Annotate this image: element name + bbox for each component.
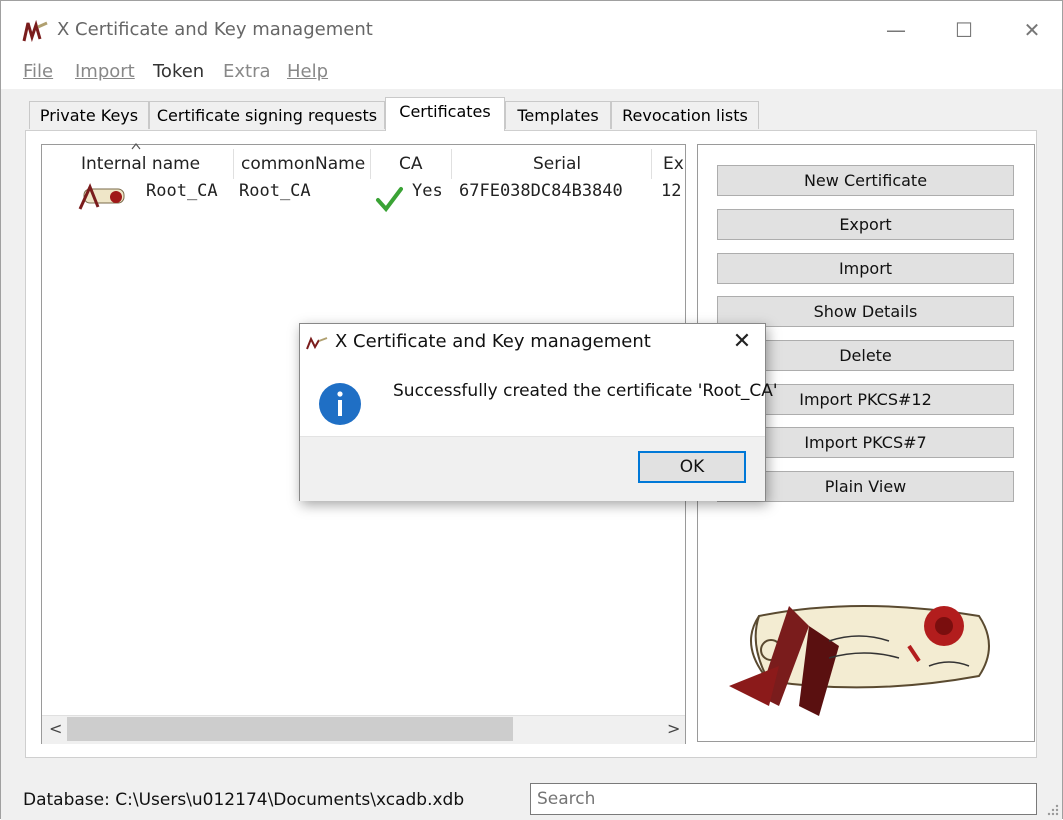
cell-internal-name[interactable]: Root_CA bbox=[146, 181, 218, 201]
export-button[interactable]: Export bbox=[717, 209, 1014, 240]
column-header-expiry[interactable]: Ex bbox=[663, 149, 685, 179]
certificate-icon bbox=[78, 183, 125, 210]
app-logo-icon bbox=[22, 19, 48, 43]
tab-certificates[interactable]: Certificates bbox=[385, 97, 505, 131]
info-icon bbox=[319, 383, 361, 425]
menu-token[interactable]: Token bbox=[153, 61, 204, 82]
dialog-message: Successfully created the certificate 'Ro… bbox=[393, 381, 778, 401]
column-separator[interactable] bbox=[451, 149, 452, 179]
column-header-common-name[interactable]: commonName bbox=[241, 149, 365, 179]
column-header-internal-name[interactable]: Internal name bbox=[81, 149, 200, 179]
ok-button[interactable]: OK bbox=[638, 451, 746, 483]
dialog-title: X Certificate and Key management bbox=[335, 331, 651, 352]
cell-expiry[interactable]: 12 bbox=[661, 181, 685, 201]
import-button[interactable]: Import bbox=[717, 253, 1014, 284]
checkmark-icon bbox=[376, 187, 403, 213]
cell-common-name[interactable]: Root_CA bbox=[239, 181, 311, 201]
search-input[interactable] bbox=[530, 783, 1037, 815]
column-separator[interactable] bbox=[233, 149, 234, 179]
tab-revocation-lists[interactable]: Revocation lists bbox=[611, 101, 759, 129]
dialog-close-button[interactable]: ✕ bbox=[729, 329, 755, 355]
resize-grip-icon[interactable] bbox=[1044, 801, 1060, 817]
menu-file[interactable]: File bbox=[23, 61, 53, 82]
app-logo-icon bbox=[306, 336, 328, 350]
window-title: X Certificate and Key management bbox=[57, 19, 373, 40]
menu-import[interactable]: Import bbox=[75, 61, 135, 82]
tab-private-keys[interactable]: Private Keys bbox=[29, 101, 149, 129]
column-separator[interactable] bbox=[651, 149, 652, 179]
maximize-button[interactable]: ☐ bbox=[949, 15, 979, 45]
minimize-button[interactable]: — bbox=[881, 15, 911, 45]
scrollbar-thumb[interactable] bbox=[67, 717, 513, 741]
cell-serial[interactable]: 67FE038DC84B3840 bbox=[459, 181, 623, 201]
close-button[interactable]: ✕ bbox=[1017, 15, 1047, 45]
menu-extra[interactable]: Extra bbox=[223, 61, 271, 82]
column-header-ca[interactable]: CA bbox=[399, 149, 423, 179]
tab-certificate-signing-requests[interactable]: Certificate signing requests bbox=[149, 101, 385, 129]
column-separator[interactable] bbox=[370, 149, 371, 179]
column-header-serial[interactable]: Serial bbox=[533, 149, 581, 179]
main-window: X Certificate and Key management — ☐ ✕ F… bbox=[0, 0, 1063, 820]
new-certificate-button[interactable]: New Certificate bbox=[717, 165, 1014, 196]
certificate-seal-illustration bbox=[729, 605, 990, 716]
database-path-label: Database: C:\Users\u012174\Documents\xca… bbox=[23, 790, 465, 810]
scroll-left-icon[interactable]: < bbox=[49, 719, 62, 738]
scroll-right-icon[interactable]: > bbox=[667, 719, 680, 738]
tab-templates[interactable]: Templates bbox=[505, 101, 611, 129]
menu-help[interactable]: Help bbox=[287, 61, 328, 82]
cell-ca[interactable]: Yes bbox=[412, 181, 443, 201]
